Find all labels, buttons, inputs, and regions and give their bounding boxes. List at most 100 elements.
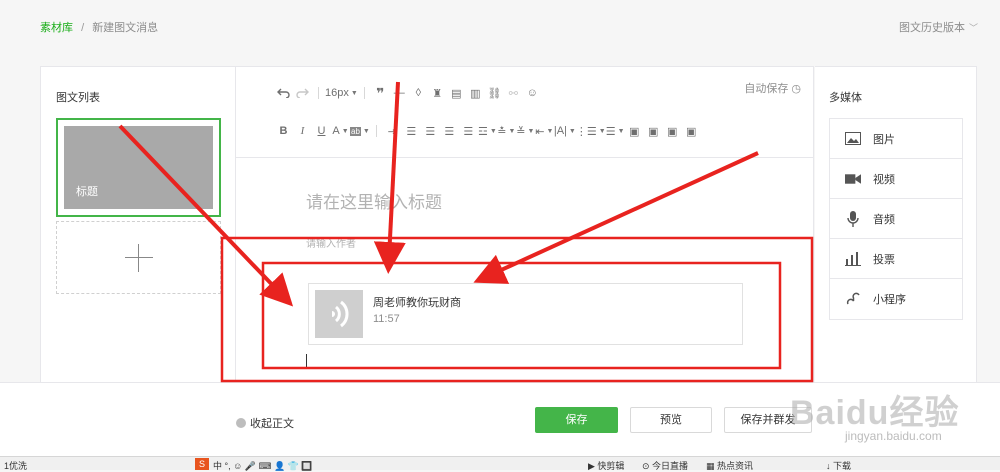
voice-title: 周老师教你玩财商	[373, 297, 461, 309]
horizontal-rule-icon[interactable]: —	[390, 83, 409, 103]
article-card-thumbnail: 标题	[64, 126, 213, 209]
ime-toolbar[interactable]: 中 °, ☺ 🎤 ⌨ 👤 👕 🔲	[213, 459, 313, 472]
media-item-audio[interactable]: 音频	[830, 199, 962, 239]
media-item-vote[interactable]: 投票	[830, 239, 962, 279]
emoji-icon[interactable]: ☺	[523, 83, 542, 103]
breadcrumb-current: 新建图文消息	[92, 22, 159, 34]
ordered-list-icon[interactable]: ⋮☰ ▼	[576, 121, 606, 141]
breadcrumb-separator: /	[81, 22, 85, 34]
align-justify-icon[interactable]: ☰	[459, 121, 478, 141]
breadcrumb: 素材库 / 新建图文消息	[40, 19, 158, 35]
voice-message-card[interactable]: 周老师教你玩财商 11:57	[308, 283, 743, 345]
collapse-body-toggle[interactable]: 收起正文	[236, 415, 294, 431]
history-versions-label: 图文历史版本	[898, 22, 965, 34]
article-list-title: 图文列表	[56, 92, 100, 104]
image-icon	[845, 131, 861, 147]
add-article-button[interactable]	[56, 221, 221, 294]
undo-icon[interactable]	[274, 83, 293, 103]
indent-icon[interactable]: ⇥	[383, 121, 402, 141]
link-icon[interactable]: ⛓	[485, 83, 504, 103]
media-list: 图片 视频 音频 投票 小程序	[829, 118, 963, 320]
caret-down-icon: ▼	[350, 89, 358, 97]
text-caret	[306, 354, 307, 368]
blockquote-icon[interactable]: ❞	[371, 83, 390, 103]
underline-icon[interactable]: U	[312, 121, 331, 141]
chevron-down-icon: ﹀	[968, 23, 978, 33]
toolbar-divider	[318, 87, 319, 99]
video-icon	[845, 171, 861, 187]
font-size-select[interactable]: 16px ▼	[325, 83, 358, 103]
miniprogram-icon	[845, 291, 861, 307]
toolbar-bottom-divider	[236, 157, 814, 158]
top-bar: 素材库 / 新建图文消息 图文历史版本 ﹀	[0, 0, 1000, 50]
article-card-title: 标题	[76, 186, 98, 198]
line-height-icon[interactable]: ☲ ▼	[478, 121, 497, 141]
ime-logo-icon[interactable]: S	[195, 458, 209, 470]
voice-wave-icon	[332, 300, 349, 328]
media-item-label: 投票	[873, 253, 895, 266]
italic-icon[interactable]: I	[293, 121, 312, 141]
media-item-label: 视频	[873, 173, 895, 186]
paragraph-spacing-before-icon[interactable]: ≛ ▼	[497, 121, 516, 141]
letter-spacing-icon[interactable]: |A| ▼	[554, 121, 576, 141]
article-list-panel: 图文列表 标题	[40, 66, 236, 382]
taskbar-live[interactable]: ⊙ 今日直播	[642, 459, 688, 472]
preview-button[interactable]: 预览	[630, 407, 712, 433]
history-versions-dropdown[interactable]: 图文历史版本 ﹀	[899, 19, 978, 35]
float-right-icon[interactable]: ▣	[644, 121, 663, 141]
media-item-image[interactable]: 图片	[830, 119, 962, 159]
media-item-label: 音频	[873, 213, 895, 226]
plus-icon	[125, 244, 153, 272]
float-none-icon[interactable]: ▣	[682, 121, 701, 141]
article-card-active[interactable]: 标题	[56, 118, 221, 217]
os-taskbar: 1优洗 S 中 °, ☺ 🎤 ⌨ 👤 👕 🔲 ▶ 快剪辑 ⊙ 今日直播 ▦ 热点…	[0, 456, 1000, 472]
taskbar-news[interactable]: ▦ 热点资讯	[706, 459, 753, 472]
editor-toolbar-row-2: B I U A ▼ ab ▼ ⇥ ☰ ☰ ☰ ☰ ☲ ▼ ≛ ▼ ≚ ▼ ⇤ ▼ |A| ▼ …	[274, 121, 701, 141]
clear-format-icon[interactable]: ◊	[409, 83, 428, 103]
media-item-video[interactable]: 视频	[830, 159, 962, 199]
autosave-toggle[interactable]: 自动保存 ◷	[744, 80, 801, 96]
float-center-icon[interactable]: ▣	[663, 121, 682, 141]
unlink-icon[interactable]: ⚯	[504, 83, 523, 103]
voice-thumbnail	[315, 290, 363, 338]
align-left-icon[interactable]: ☰	[402, 121, 421, 141]
editor-toolbar-row-1: 16px ▼ ❞ — ◊ ♜ ▤ ▥ ⛓ ⚯ ☺	[274, 83, 542, 103]
collapse-body-label: 收起正文	[250, 418, 294, 430]
breadcrumb-root-link[interactable]: 素材库	[40, 22, 73, 34]
format-brush-icon[interactable]: ♜	[428, 83, 447, 103]
toolbar-divider	[363, 87, 365, 99]
align-right-icon[interactable]: ☰	[440, 121, 459, 141]
paragraph-spacing-after-icon[interactable]: ≚ ▼	[516, 121, 535, 141]
insert-template-icon[interactable]: ▤	[447, 83, 466, 103]
author-input[interactable]: 请输入作者	[306, 235, 356, 250]
media-item-miniprogram[interactable]: 小程序	[830, 279, 962, 319]
save-button[interactable]: 保存	[535, 407, 618, 433]
font-size-value: 16px	[325, 87, 349, 99]
watermark-url: jingyan.baidu.com	[845, 429, 942, 443]
indent-both-icon[interactable]: ⇤ ▼	[535, 121, 554, 141]
unordered-list-icon[interactable]: ☰ ▼	[606, 121, 625, 141]
align-center-icon[interactable]: ☰	[421, 121, 440, 141]
taskbar-download[interactable]: ↓ 下载	[826, 459, 851, 472]
editor-panel: 16px ▼ ❞ — ◊ ♜ ▤ ▥ ⛓ ⚯ ☺ 自动保存 ◷ B I U A ▼ …	[236, 66, 814, 382]
baidu-watermark: Baidu经验 jingyan.baidu.com	[790, 385, 960, 443]
autosave-label: 自动保存	[744, 83, 789, 95]
taskbar-kuaijian[interactable]: ▶ 快剪辑	[588, 459, 624, 472]
media-item-label: 小程序	[873, 294, 906, 306]
vote-icon	[845, 251, 861, 267]
title-input[interactable]: 请在这里输入标题	[306, 188, 442, 213]
redo-icon[interactable]	[293, 83, 312, 103]
background-color-icon[interactable]: ab ▼	[350, 121, 370, 141]
toolbar-divider	[375, 125, 377, 137]
font-color-icon[interactable]: A ▼	[331, 121, 350, 141]
bold-icon[interactable]: B	[274, 121, 293, 141]
audio-icon	[845, 210, 861, 227]
collapse-icon	[236, 418, 246, 428]
media-panel-title: 多媒体	[829, 92, 862, 104]
watermark-main: Baidu经验	[790, 394, 960, 432]
float-left-icon[interactable]: ▣	[625, 121, 644, 141]
clock-icon: ◷	[791, 83, 801, 95]
taskbar-left-text: 1优洗	[4, 461, 28, 471]
paste-word-icon[interactable]: ▥	[466, 83, 485, 103]
voice-duration: 11:57	[373, 313, 400, 325]
